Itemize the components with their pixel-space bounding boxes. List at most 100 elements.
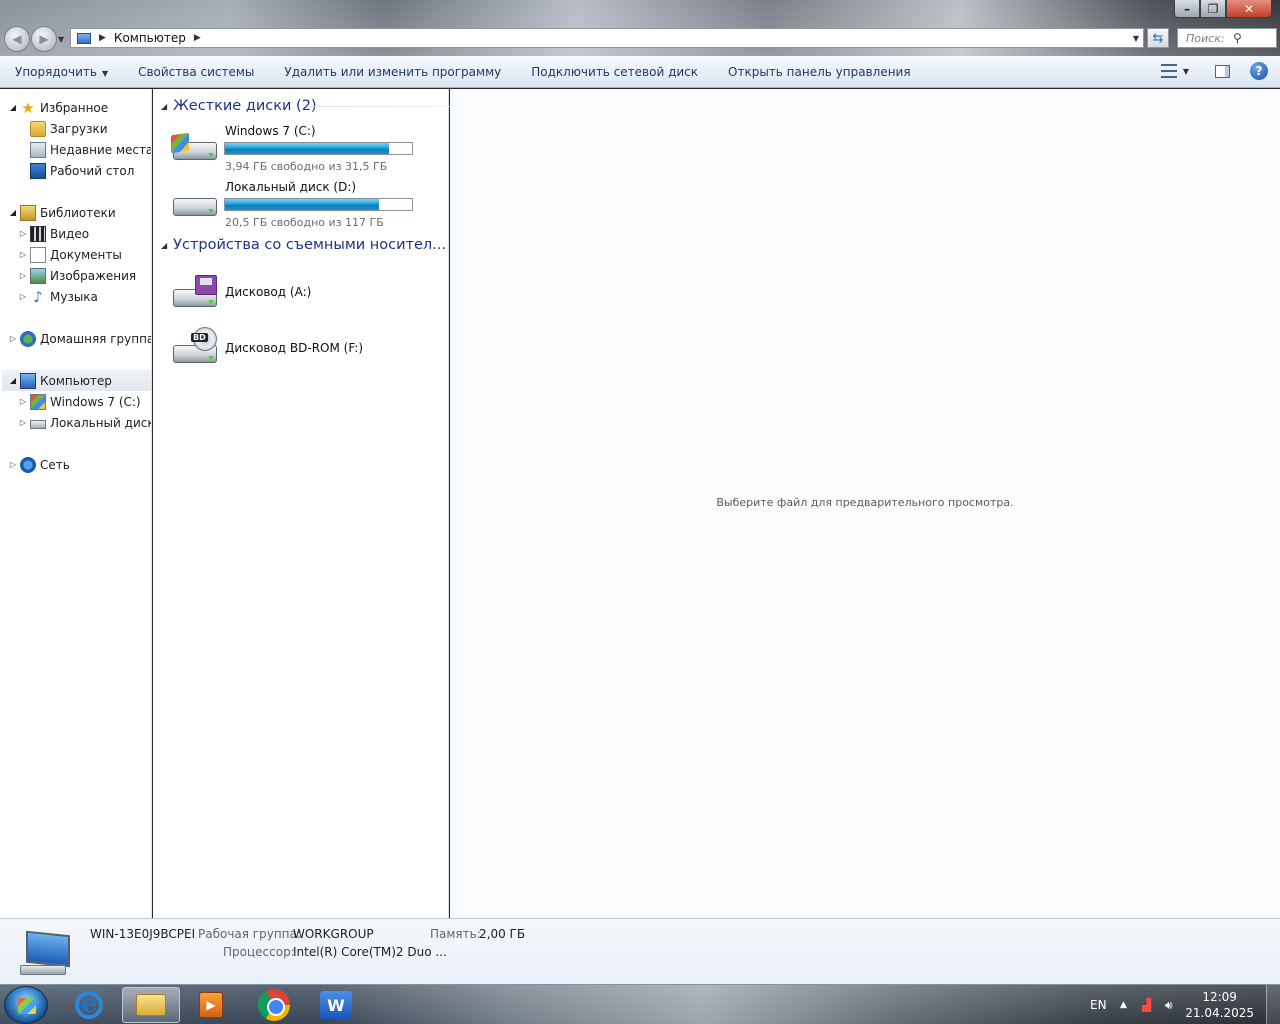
volume-icon[interactable]: 🔊︎ xyxy=(1165,985,1173,1024)
media-player-icon: ▶ xyxy=(199,992,223,1018)
nav-computer-label: Компьютер xyxy=(40,373,112,388)
nav-item-documents[interactable]: ▷ Документы xyxy=(18,244,122,265)
nav-libraries-label: Библиотеки xyxy=(40,205,116,220)
search-input[interactable]: Поиск: Ком... ⚲ xyxy=(1177,28,1277,48)
nav-item-label: Видео xyxy=(50,226,90,241)
expand-icon[interactable]: ▷ xyxy=(18,397,28,406)
nav-favorites[interactable]: ◢ ★ Избранное xyxy=(8,97,108,118)
drive-item-f[interactable]: BD Дисковод BD-ROM (F:) xyxy=(171,321,441,371)
expand-icon[interactable]: ▷ xyxy=(18,229,28,238)
nav-item-label: Локальный диск (D:) xyxy=(50,415,152,430)
map-network-drive-button[interactable]: Подключить сетевой диск xyxy=(516,65,713,79)
collapse-icon[interactable]: ◢ xyxy=(8,103,18,112)
taskbar-chrome[interactable] xyxy=(245,987,303,1023)
preview-pane-icon[interactable] xyxy=(1215,64,1230,78)
collapse-icon[interactable]: ◢ xyxy=(8,376,18,385)
breadcrumb-separator-icon[interactable]: ▶ xyxy=(194,33,201,43)
refresh-button[interactable]: ⇆ xyxy=(1147,28,1169,48)
system-properties-button[interactable]: Свойства системы xyxy=(123,65,269,79)
organize-button[interactable]: Упорядочить ▼ xyxy=(0,65,123,79)
drive-usage-fill xyxy=(225,199,380,210)
command-bar: Упорядочить ▼ Свойства системы Удалить ил… xyxy=(0,56,1280,88)
expand-icon[interactable]: ▷ xyxy=(8,334,18,343)
memory-label: Память: xyxy=(430,927,481,941)
drive-item-c[interactable]: Windows 7 (C:) 3,94 ГБ свободно из 31,5 … xyxy=(171,124,441,174)
nav-homegroup[interactable]: ▷ Домашняя группа xyxy=(8,328,151,349)
nav-item-drive-c[interactable]: ▷ Windows 7 (C:) xyxy=(18,391,141,412)
minimize-button[interactable]: – xyxy=(1174,0,1200,18)
breadcrumb-computer[interactable]: Компьютер xyxy=(114,31,186,45)
nav-item-video[interactable]: ▷ Видео xyxy=(18,223,89,244)
collapse-icon[interactable]: ◢ xyxy=(8,208,18,217)
uninstall-program-button[interactable]: Удалить или изменить программу xyxy=(269,65,516,79)
drive-name: Дисковод (A:) xyxy=(225,285,312,299)
computer-monitor-icon xyxy=(18,930,74,977)
start-button[interactable] xyxy=(4,986,48,1024)
bd-rom-drive-icon: BD xyxy=(171,327,219,365)
taskbar-internet-explorer[interactable] xyxy=(60,987,118,1023)
collapse-icon[interactable]: ◢ xyxy=(161,102,167,111)
expand-icon[interactable]: ▷ xyxy=(18,250,28,259)
taskbar-media-player[interactable]: ▶ xyxy=(182,987,240,1023)
clock-time: 12:09 xyxy=(1202,990,1237,1004)
libraries-icon xyxy=(20,204,36,221)
recent-pages-dropdown[interactable]: ▼ xyxy=(58,26,68,52)
maximize-button[interactable]: ❐ xyxy=(1200,0,1226,18)
forward-button[interactable]: ▶ xyxy=(31,26,57,52)
drive-item-d[interactable]: Локальный диск (D:) 20,5 ГБ свободно из … xyxy=(171,180,441,230)
group-header-removable[interactable]: ◢ Устройства со съемными носител... (2) xyxy=(161,235,471,255)
nav-item-recent-places[interactable]: Недавние места xyxy=(30,139,151,160)
close-button[interactable]: ✕ xyxy=(1226,0,1272,18)
taskbar-explorer[interactable] xyxy=(122,987,180,1023)
address-dropdown-icon[interactable]: ▼ xyxy=(1133,34,1139,43)
drive-item-a[interactable]: Дисковод (A:) xyxy=(171,265,441,315)
network-status-icon[interactable]: ▟ xyxy=(1142,985,1151,1024)
workgroup-value: WORKGROUP xyxy=(293,927,374,941)
desktop-icon xyxy=(30,162,46,179)
nav-favorites-label: Избранное xyxy=(40,100,109,115)
system-clock[interactable]: 12:09 21.04.2025 xyxy=(1185,989,1254,1021)
view-controls: ▼ ? xyxy=(1160,62,1268,80)
nav-item-music[interactable]: ▷ ♪ Музыка xyxy=(18,286,98,307)
folder-icon xyxy=(136,994,166,1016)
nav-item-pictures[interactable]: ▷ Изображения xyxy=(18,265,136,286)
nav-item-drive-d[interactable]: ▷ Локальный диск (D:) xyxy=(18,412,152,433)
change-view-icon[interactable] xyxy=(1160,64,1177,78)
view-options-dropdown[interactable]: ▼ xyxy=(1183,67,1189,76)
back-arrow-icon: ◀ xyxy=(12,32,22,46)
drive-free-space: 20,5 ГБ свободно из 117 ГБ xyxy=(225,216,384,229)
expand-icon[interactable]: ▷ xyxy=(18,292,28,301)
drive-free-space: 3,94 ГБ свободно из 31,5 ГБ xyxy=(225,160,388,173)
bd-badge: BD xyxy=(191,333,208,342)
preview-pane: Выберите файл для предварительного просм… xyxy=(450,89,1280,918)
show-hidden-icons-icon[interactable]: ▲ xyxy=(1120,985,1127,1024)
refresh-icon: ⇆ xyxy=(1152,30,1164,46)
language-indicator[interactable]: EN xyxy=(1090,985,1107,1024)
recent-places-icon xyxy=(30,141,46,158)
nav-network[interactable]: ▷ Сеть xyxy=(8,454,70,475)
nav-item-downloads[interactable]: Загрузки xyxy=(30,118,108,139)
collapse-icon[interactable]: ◢ xyxy=(161,241,167,250)
memory-value: 2,00 ГБ xyxy=(479,927,526,941)
search-icon[interactable]: ⚲ xyxy=(1233,31,1272,45)
address-bar[interactable]: ▶ Компьютер ▶ ▼ xyxy=(70,28,1144,48)
show-desktop-button[interactable] xyxy=(1266,985,1280,1024)
nav-computer[interactable]: ◢ Компьютер xyxy=(2,370,151,391)
star-icon: ★ xyxy=(21,98,35,117)
group-divider xyxy=(309,106,453,107)
nav-item-desktop[interactable]: Рабочий стол xyxy=(30,160,134,181)
nav-libraries[interactable]: ◢ Библиотеки xyxy=(8,202,116,223)
navigation-buttons: ◀ ▶ ▼ xyxy=(4,26,68,52)
open-control-panel-button[interactable]: Открыть панель управления xyxy=(713,65,926,79)
details-pane: WIN-13E0J9BCPEI Рабочая группа: WORKGROU… xyxy=(0,918,1280,984)
expand-icon[interactable]: ▷ xyxy=(18,418,28,427)
back-button[interactable]: ◀ xyxy=(4,26,30,52)
taskbar-word[interactable]: W xyxy=(307,987,365,1023)
group-header-hard-drives[interactable]: ◢ Жесткие диски (2) xyxy=(161,96,453,116)
drive-usage-fill xyxy=(225,143,389,154)
breadcrumb-separator-icon[interactable]: ▶ xyxy=(99,33,106,43)
expand-icon[interactable]: ▷ xyxy=(18,271,28,280)
drive-name: Дисковод BD-ROM (F:) xyxy=(225,341,364,355)
help-icon[interactable]: ? xyxy=(1250,62,1268,80)
expand-icon[interactable]: ▷ xyxy=(8,460,18,469)
